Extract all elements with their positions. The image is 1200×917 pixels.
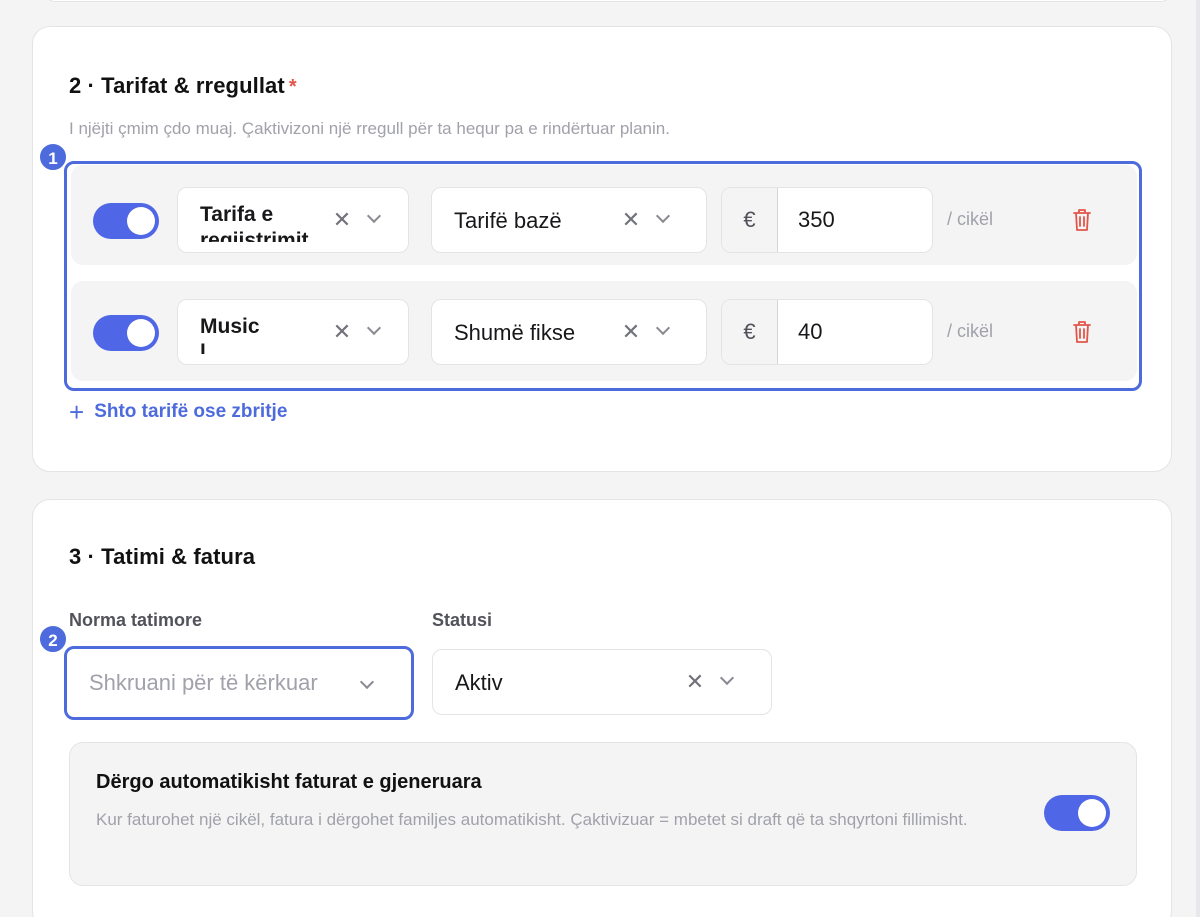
tax-rate-label: Norma tatimore <box>69 610 203 630</box>
auto-send-title: Dërgo automatikisht faturat e gjeneruara <box>96 771 482 793</box>
chevron-down-icon[interactable] <box>717 666 737 690</box>
add-fee-label: Shto tarifë ose zbritje <box>94 401 288 422</box>
auto-send-toggle[interactable] <box>1044 795 1110 831</box>
auto-send-description: Kur faturohet një cikël, fatura i dërgoh… <box>96 810 968 829</box>
highlight-box-1 <box>64 161 1142 391</box>
status-select[interactable]: Aktiv ✕ <box>432 649 772 715</box>
toggle-knob <box>1078 799 1106 827</box>
required-mark: * <box>288 76 297 98</box>
previous-section-card <box>44 0 1172 2</box>
status-value: Aktiv <box>455 670 503 695</box>
add-fee-button[interactable]: + Shto tarifë ose zbritje <box>69 397 288 427</box>
annotation-badge-1: 1 <box>38 142 68 172</box>
auto-send-invoices-panel: Dërgo automatikisht faturat e gjeneruara… <box>69 742 1137 886</box>
section-title: 3 · Tatimi & fatura <box>69 544 256 569</box>
annotation-badge-2: 2 <box>38 624 68 654</box>
scrollbar-track[interactable] <box>1196 0 1200 917</box>
clear-icon[interactable]: ✕ <box>685 670 705 694</box>
highlight-box-2 <box>64 646 414 720</box>
section-subtitle: I njëjti çmim çdo muaj. Çaktivizoni një … <box>69 119 670 138</box>
section-title: 2 · Tarifat & rregullat * <box>69 73 297 98</box>
plus-icon: + <box>69 397 85 427</box>
status-label: Statusi <box>432 610 493 630</box>
